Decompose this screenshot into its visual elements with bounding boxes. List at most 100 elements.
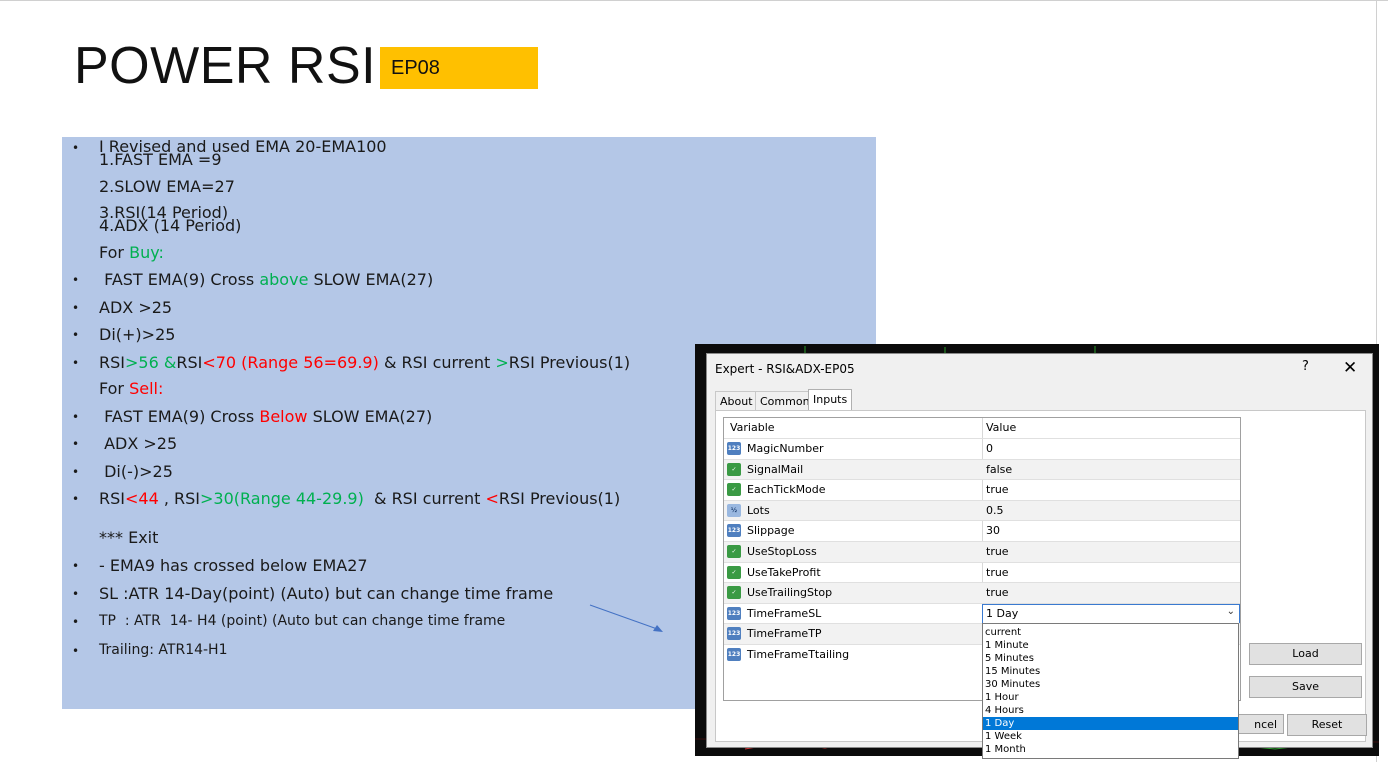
slide-border-top: [0, 0, 1388, 1]
input-name: UseTakeProfit: [747, 565, 821, 579]
trailing-note: Trailing: ATR14-H1: [99, 642, 228, 658]
expert-properties-dialog: Expert - RSI&ADX-EP05 ? ✕ About Common I…: [706, 353, 1373, 759]
episode-badge: EP08: [380, 47, 538, 89]
bullet-dot: •: [72, 615, 80, 629]
dropdown-option[interactable]: 1 Month: [983, 743, 1238, 756]
tab-about[interactable]: About: [715, 391, 758, 411]
integer-type-icon: 123: [727, 606, 741, 620]
input-name: Lots: [747, 503, 770, 517]
dropdown-option[interactable]: 15 Minutes: [983, 665, 1238, 678]
bullet-dot: •: [72, 644, 80, 658]
column-header-value[interactable]: Value: [986, 418, 1016, 438]
stoploss-note: SL :ATR 14-Day(point) (Auto) but can cha…: [99, 584, 554, 603]
input-value[interactable]: true: [986, 542, 1009, 562]
slide-title: POWER RSI: [74, 37, 377, 95]
input-name: UseStopLoss: [747, 545, 817, 558]
dropdown-option[interactable]: 1 Minute: [983, 639, 1238, 652]
input-row-slippage[interactable]: 123 Slippage 30: [724, 520, 1240, 541]
integer-type-icon: 123: [727, 627, 741, 641]
bullet-dot: •: [72, 141, 80, 155]
exit-rule: - EMA9 has crossed below EMA27: [99, 556, 368, 575]
reset-button[interactable]: Reset: [1287, 714, 1367, 736]
input-name: UseTrailingStop: [747, 586, 833, 600]
chevron-down-icon[interactable]: ⌄: [1227, 606, 1235, 617]
bullet-dot: •: [72, 559, 80, 573]
help-button[interactable]: ?: [1302, 359, 1309, 374]
dropdown-option[interactable]: current: [983, 626, 1238, 639]
dialog-title: Expert - RSI&ADX-EP05: [715, 362, 855, 376]
boolean-type-icon: ✓: [727, 545, 741, 558]
bullet-dot: •: [72, 356, 80, 370]
buy-rule-rsi: RSI>56 &RSI<70 (Range 56=69.9) & RSI cur…: [99, 353, 631, 372]
input-name: Slippage: [747, 524, 795, 538]
buy-rule-di: Di(+)>25: [99, 325, 176, 344]
column-header-variable[interactable]: Variable: [730, 418, 775, 438]
bullet-dot: •: [72, 437, 80, 451]
buy-rule-adx: ADX >25: [99, 298, 173, 317]
input-row-eachtickmode[interactable]: ✓ EachTickMode true: [724, 479, 1240, 500]
dropdown-option[interactable]: 4 Hours: [983, 704, 1238, 717]
input-value[interactable]: 30: [986, 521, 1000, 541]
input-row-signalmail[interactable]: ✓ SignalMail false: [724, 458, 1240, 480]
bullet-dot: •: [72, 465, 80, 479]
sell-rule-ema: FAST EMA(9) Cross Below SLOW EMA(27): [99, 407, 433, 426]
input-value: 1 Day: [986, 606, 1019, 620]
takeprofit-note: TP : ATR 14- H4 (point) (Auto but can ch…: [99, 613, 506, 629]
bullet-dot: •: [72, 301, 80, 315]
tab-common[interactable]: Common: [755, 391, 815, 411]
input-row-usestoploss[interactable]: ✓ UseStopLoss true: [724, 541, 1240, 562]
input-row-usetakeprofit[interactable]: ✓ UseTakeProfit true: [724, 561, 1240, 583]
dropdown-option[interactable]: 1 Day: [983, 717, 1238, 730]
input-row-timeframesl[interactable]: 123 TimeFrameSL 1 Day ⌄: [724, 602, 1240, 624]
integer-type-icon: 123: [727, 648, 741, 661]
dropdown-option[interactable]: 1 Hour: [983, 691, 1238, 704]
buy-heading: For Buy:: [99, 243, 164, 262]
save-button[interactable]: Save: [1249, 676, 1362, 698]
sell-rule-adx: ADX >25: [99, 434, 178, 453]
boolean-type-icon: ✓: [727, 586, 741, 600]
input-row-usetrailingstop[interactable]: ✓ UseTrailingStop true: [724, 582, 1240, 604]
input-value[interactable]: true: [986, 480, 1009, 500]
input-name: SignalMail: [747, 462, 804, 476]
sell-rule-di: Di(-)>25: [99, 462, 173, 481]
input-name: EachTickMode: [747, 483, 826, 497]
input-name: TimeFrameSL: [747, 606, 822, 620]
input-value[interactable]: false: [986, 460, 1012, 480]
input-row-magicnumber[interactable]: 123 MagicNumber 0: [724, 438, 1240, 459]
timeframe-sl-select[interactable]: 1 Day ⌄: [982, 603, 1240, 624]
input-value[interactable]: true: [986, 563, 1009, 583]
double-type-icon: ½: [727, 503, 741, 517]
exit-heading: *** Exit: [99, 528, 159, 547]
tab-inputs[interactable]: Inputs: [808, 389, 853, 411]
dropdown-option[interactable]: 30 Minutes: [983, 678, 1238, 691]
boolean-type-icon: ✓: [727, 462, 741, 476]
bullet-dot: •: [72, 587, 80, 601]
sell-rule-rsi: RSI<44 , RSI>30(Range 44-29.9) & RSI cur…: [99, 489, 621, 508]
input-value[interactable]: true: [986, 583, 1009, 603]
boolean-type-icon: ✓: [727, 483, 741, 497]
bullet-dot: •: [72, 410, 80, 424]
cancel-button[interactable]: ncel: [1232, 714, 1284, 734]
input-name: TimeFrameTtailing: [747, 648, 850, 661]
input-value[interactable]: 0.5: [986, 501, 1004, 521]
sell-heading: For Sell:: [99, 379, 164, 398]
bullet-dot: •: [72, 328, 80, 342]
pointer-arrow: [589, 604, 663, 632]
param-fast-ema: 1.FAST EMA =9: [99, 150, 222, 169]
buy-rule-ema: FAST EMA(9) Cross above SLOW EMA(27): [99, 270, 434, 289]
timeframe-dropdown-list: current 1 Minute 5 Minutes 15 Minutes 30 Min…: [982, 623, 1239, 759]
dropdown-option[interactable]: 5 Minutes: [983, 652, 1238, 665]
bullet-dot: •: [72, 273, 80, 287]
close-icon[interactable]: ✕: [1343, 358, 1357, 378]
integer-type-icon: 123: [727, 524, 741, 538]
boolean-type-icon: ✓: [727, 565, 741, 579]
input-name: TimeFrameTP: [747, 627, 822, 641]
input-value[interactable]: 0: [986, 439, 993, 459]
integer-type-icon: 123: [727, 442, 741, 455]
param-adx: 4.ADX (14 Period): [99, 216, 242, 235]
input-row-lots[interactable]: ½ Lots 0.5: [724, 499, 1240, 521]
dropdown-option[interactable]: 1 Week: [983, 730, 1238, 743]
input-name: MagicNumber: [747, 442, 824, 455]
load-button[interactable]: Load: [1249, 643, 1362, 665]
param-slow-ema: 2.SLOW EMA=27: [99, 177, 235, 196]
